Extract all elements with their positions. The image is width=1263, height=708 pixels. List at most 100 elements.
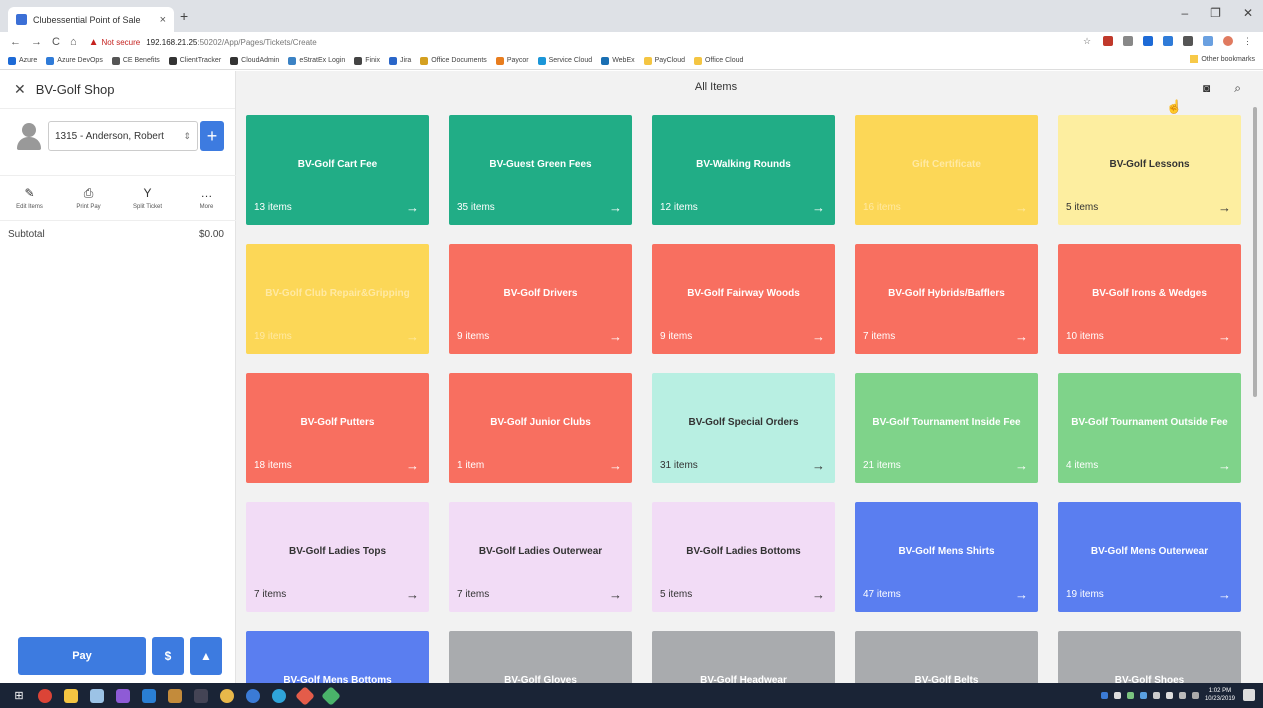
- subtotal-row: Subtotal $0.00: [8, 229, 224, 240]
- minimize-icon[interactable]: –: [1181, 6, 1188, 20]
- notifications-icon[interactable]: [1243, 689, 1255, 701]
- category-tile[interactable]: BV-Golf Shoes: [1058, 631, 1241, 683]
- bookmark-item[interactable]: Azure DevOps: [46, 56, 103, 65]
- back-icon[interactable]: ←: [10, 36, 21, 48]
- add-member-button[interactable]: +: [200, 121, 224, 151]
- reload-icon[interactable]: C: [52, 36, 60, 48]
- category-tile[interactable]: BV-Golf Fairway Woods 9 items →: [652, 244, 835, 354]
- bookmark-item[interactable]: Jira: [389, 56, 411, 65]
- bookmark-item[interactable]: Office Documents: [420, 56, 487, 65]
- other-bookmarks[interactable]: Other bookmarks: [1190, 55, 1255, 63]
- split-ticket-button[interactable]: Y Split Ticket: [118, 176, 177, 220]
- category-tile[interactable]: BV-Walking Rounds 12 items →: [652, 115, 835, 225]
- bookmark-item[interactable]: Paycor: [495, 56, 529, 65]
- member-select[interactable]: 1315 - Anderson, Robert ⇕: [48, 121, 198, 151]
- category-name: BV-Guest Green Fees: [489, 159, 592, 170]
- bookmark-item[interactable]: CE Benefits: [111, 56, 160, 65]
- cash-button[interactable]: $: [152, 637, 184, 675]
- spinner-arrows-icon[interactable]: ⇕: [183, 131, 191, 142]
- category-tile[interactable]: BV-Golf Belts: [855, 631, 1038, 683]
- menu-icon[interactable]: ⋮: [1243, 36, 1253, 46]
- charge-member-button[interactable]: ▲: [190, 637, 222, 675]
- close-window-icon[interactable]: ✕: [1243, 6, 1253, 20]
- vscode-icon[interactable]: [142, 688, 156, 703]
- address-bar-row: ← → C ⌂ ▲ Not secure 192.168.21.25 :5020…: [0, 32, 1263, 52]
- category-tile[interactable]: BV-Golf Mens Bottoms: [246, 631, 429, 683]
- file-explorer-icon[interactable]: [64, 688, 78, 703]
- more-button[interactable]: … More: [177, 176, 236, 220]
- edit-items-button[interactable]: ✎ Edit Items: [0, 176, 59, 220]
- url-host: 192.168.21.25: [146, 37, 198, 47]
- scan-icon[interactable]: ◙: [1203, 81, 1210, 96]
- bookmark-item[interactable]: Office Cloud: [693, 56, 743, 65]
- notepad-icon[interactable]: [90, 688, 104, 703]
- category-tile[interactable]: BV-Golf Drivers 9 items →: [449, 244, 632, 354]
- category-tile[interactable]: BV-Golf Mens Shirts 47 items →: [855, 502, 1038, 612]
- search-icon[interactable]: ⌕: [1234, 81, 1241, 96]
- category-tile[interactable]: BV-Golf Gloves: [449, 631, 632, 683]
- new-tab-button[interactable]: +: [180, 8, 188, 24]
- page-title: All Items: [694, 81, 738, 93]
- bookmark-item[interactable]: eStratEx Login: [288, 56, 345, 65]
- category-tile[interactable]: BV-Golf Headwear: [652, 631, 835, 683]
- arrow-right-icon: →: [812, 329, 825, 344]
- app-icon[interactable]: [168, 688, 182, 703]
- extension-icon[interactable]: [1203, 36, 1213, 46]
- app-icon[interactable]: [246, 688, 260, 703]
- category-tile[interactable]: BV-Golf Mens Outerwear 19 items →: [1058, 502, 1241, 612]
- close-icon[interactable]: ✕: [14, 81, 26, 98]
- scrollbar[interactable]: [1253, 107, 1257, 397]
- browser-tab[interactable]: Clubessential Point of Sale ×: [8, 7, 174, 32]
- bookmark-item[interactable]: PayCloud: [643, 56, 685, 65]
- category-name: BV-Golf Mens Shirts: [898, 546, 995, 557]
- home-icon[interactable]: ⌂: [70, 36, 77, 48]
- bookmark-item[interactable]: ClientTracker: [168, 56, 221, 65]
- print-pay-button[interactable]: ⎙ Print Pay: [59, 176, 118, 220]
- extension-icon[interactable]: [1103, 36, 1113, 46]
- category-tile[interactable]: BV-Golf Tournament Inside Fee 21 items →: [855, 373, 1038, 483]
- app-icon[interactable]: [295, 685, 315, 706]
- bookmark-item[interactable]: Azure: [8, 56, 37, 65]
- bookmark-star-icon[interactable]: ☆: [1083, 36, 1093, 46]
- category-tile[interactable]: BV-Golf Cart Fee 13 items →: [246, 115, 429, 225]
- action-label: Split Ticket: [132, 204, 162, 210]
- category-tile[interactable]: BV-Golf Special Orders 31 items →: [652, 373, 835, 483]
- extension-icon[interactable]: [1143, 36, 1153, 46]
- bookmark-icon: [601, 56, 610, 65]
- category-tile[interactable]: BV-Golf Ladies Bottoms 5 items →: [652, 502, 835, 612]
- app-icon[interactable]: [272, 688, 286, 703]
- profile-icon[interactable]: [1223, 36, 1233, 46]
- bookmark-item[interactable]: Service Cloud: [537, 56, 592, 65]
- chrome-icon[interactable]: [38, 688, 52, 703]
- url-field[interactable]: ▲ Not secure 192.168.21.25 :50202/App/Pa…: [89, 34, 317, 50]
- category-tile[interactable]: BV-Guest Green Fees 35 items →: [449, 115, 632, 225]
- extension-icon[interactable]: [1163, 36, 1173, 46]
- category-tile[interactable]: BV-Golf Irons & Wedges 10 items →: [1058, 244, 1241, 354]
- clock[interactable]: 1:02 PM 10/23/2019: [1205, 687, 1235, 703]
- category-tile[interactable]: BV-Golf Hybrids/Bafflers 7 items →: [855, 244, 1038, 354]
- category-tile[interactable]: Gift Certificate 16 items →: [855, 115, 1038, 225]
- category-tile[interactable]: BV-Golf Tournament Outside Fee 4 items →: [1058, 373, 1241, 483]
- extension-icon[interactable]: [1183, 36, 1193, 46]
- bookmark-item[interactable]: Finix: [354, 56, 380, 65]
- category-tile[interactable]: BV-Golf Club Repair&Gripping 19 items →: [246, 244, 429, 354]
- restore-icon[interactable]: ❐: [1210, 6, 1221, 20]
- category-tile[interactable]: BV-Golf Junior Clubs 1 item →: [449, 373, 632, 483]
- bookmark-item[interactable]: CloudAdmin: [230, 56, 279, 65]
- bookmark-item[interactable]: WebEx: [601, 56, 635, 65]
- extension-icon[interactable]: [1123, 36, 1133, 46]
- category-tile[interactable]: BV-Golf Ladies Tops 7 items →: [246, 502, 429, 612]
- app-icon[interactable]: [321, 685, 341, 706]
- chrome-icon[interactable]: [220, 688, 234, 703]
- bookmark-label: Azure DevOps: [57, 57, 103, 64]
- forward-icon[interactable]: →: [31, 36, 42, 48]
- tab-close-icon[interactable]: ×: [160, 14, 166, 26]
- visual-studio-icon[interactable]: [116, 688, 130, 703]
- pay-button[interactable]: Pay: [18, 637, 146, 675]
- category-tile[interactable]: BV-Golf Putters 18 items →: [246, 373, 429, 483]
- category-tile[interactable]: BV-Golf Ladies Outerwear 7 items →: [449, 502, 632, 612]
- category-tile[interactable]: BV-Golf Lessons 5 items →: [1058, 115, 1241, 225]
- app-icon[interactable]: [194, 688, 208, 703]
- item-count: 9 items: [660, 331, 693, 342]
- windows-start-icon[interactable]: ⊞: [12, 689, 26, 703]
